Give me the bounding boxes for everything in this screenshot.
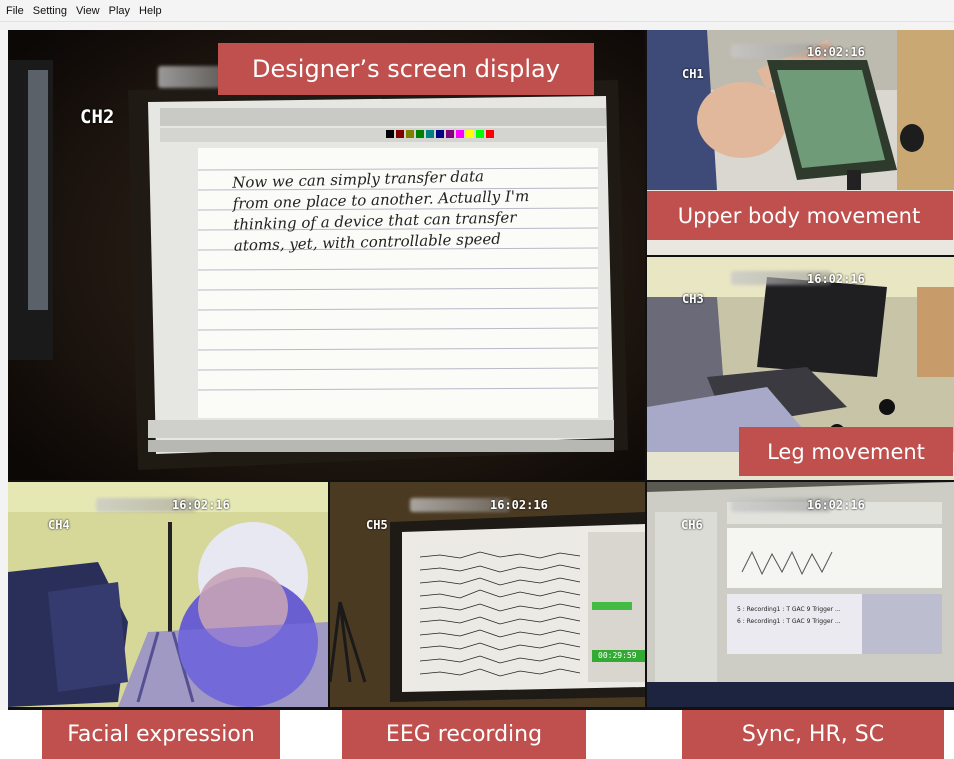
timestamp-ch4: 16:02:16 xyxy=(172,498,230,512)
handwriting-text: Now we can simply transfer data from one… xyxy=(232,163,594,256)
channel-label-ch5: CH5 xyxy=(366,518,388,532)
list-item: 6 : Recording1 : T GAC 9 Trigger ... xyxy=(737,618,841,625)
menu-file[interactable]: File xyxy=(6,5,24,17)
menu-view[interactable]: View xyxy=(76,5,100,17)
camera-panel-ch2[interactable]: Now we can simply transfer data from one… xyxy=(8,30,645,480)
menu-setting[interactable]: Setting xyxy=(33,5,67,17)
caption-designer-screen: Designer’s screen display xyxy=(218,43,594,95)
timestamp-ch3: 16:02:16 xyxy=(807,272,865,286)
channel-label-ch4: CH4 xyxy=(48,518,70,532)
caption-eeg-recording: EEG recording xyxy=(342,710,586,759)
camera-grid: Now we can simply transfer data from one… xyxy=(8,30,954,710)
caption-sync-hr-sc: Sync, HR, SC xyxy=(682,710,944,759)
list-item: 5 : Recording1 : T GAC 9 Trigger ... xyxy=(737,606,841,613)
channel-label-ch2: CH2 xyxy=(80,106,115,128)
timestamp-ch6: 16:02:16 xyxy=(807,498,865,512)
timestamp-ch5: 16:02:16 xyxy=(490,498,548,512)
ch2-video-feed xyxy=(8,30,645,480)
channel-label-ch6: CH6 xyxy=(681,518,703,532)
camera-panel-ch6[interactable]: 16:02:16 CH6 5 : Recording1 : T GAC 9 Tr… xyxy=(647,482,954,707)
camera-panel-ch1[interactable]: 16:02:16 CH1 Upper body movement xyxy=(647,30,954,255)
ch4-video-feed xyxy=(8,482,328,707)
menu-bar: File Setting View Play Help xyxy=(0,0,954,22)
menu-play[interactable]: Play xyxy=(109,5,130,17)
timestamp-ch1: 16:02:16 xyxy=(807,45,865,59)
ch5-video-feed xyxy=(330,482,645,707)
eeg-recording-time: 00:29:59 xyxy=(598,651,637,660)
camera-panel-ch4[interactable]: 16:02:16 CH4 xyxy=(8,482,328,707)
sync-list: 5 : Recording1 : T GAC 9 Trigger ... 6 :… xyxy=(737,604,841,628)
camera-panel-ch5[interactable]: 16:02:16 CH5 00:29:59 xyxy=(330,482,645,707)
caption-facial-expression: Facial expression xyxy=(42,710,280,759)
ch6-video-feed xyxy=(647,482,954,707)
menu-help[interactable]: Help xyxy=(139,5,162,17)
channel-label-ch3: CH3 xyxy=(682,292,704,306)
caption-leg-movement: Leg movement xyxy=(739,427,953,476)
caption-upper-body: Upper body movement xyxy=(647,191,953,240)
channel-label-ch1: CH1 xyxy=(682,67,704,81)
camera-panel-ch3[interactable]: 16:02:16 CH3 Leg movement xyxy=(647,257,954,480)
